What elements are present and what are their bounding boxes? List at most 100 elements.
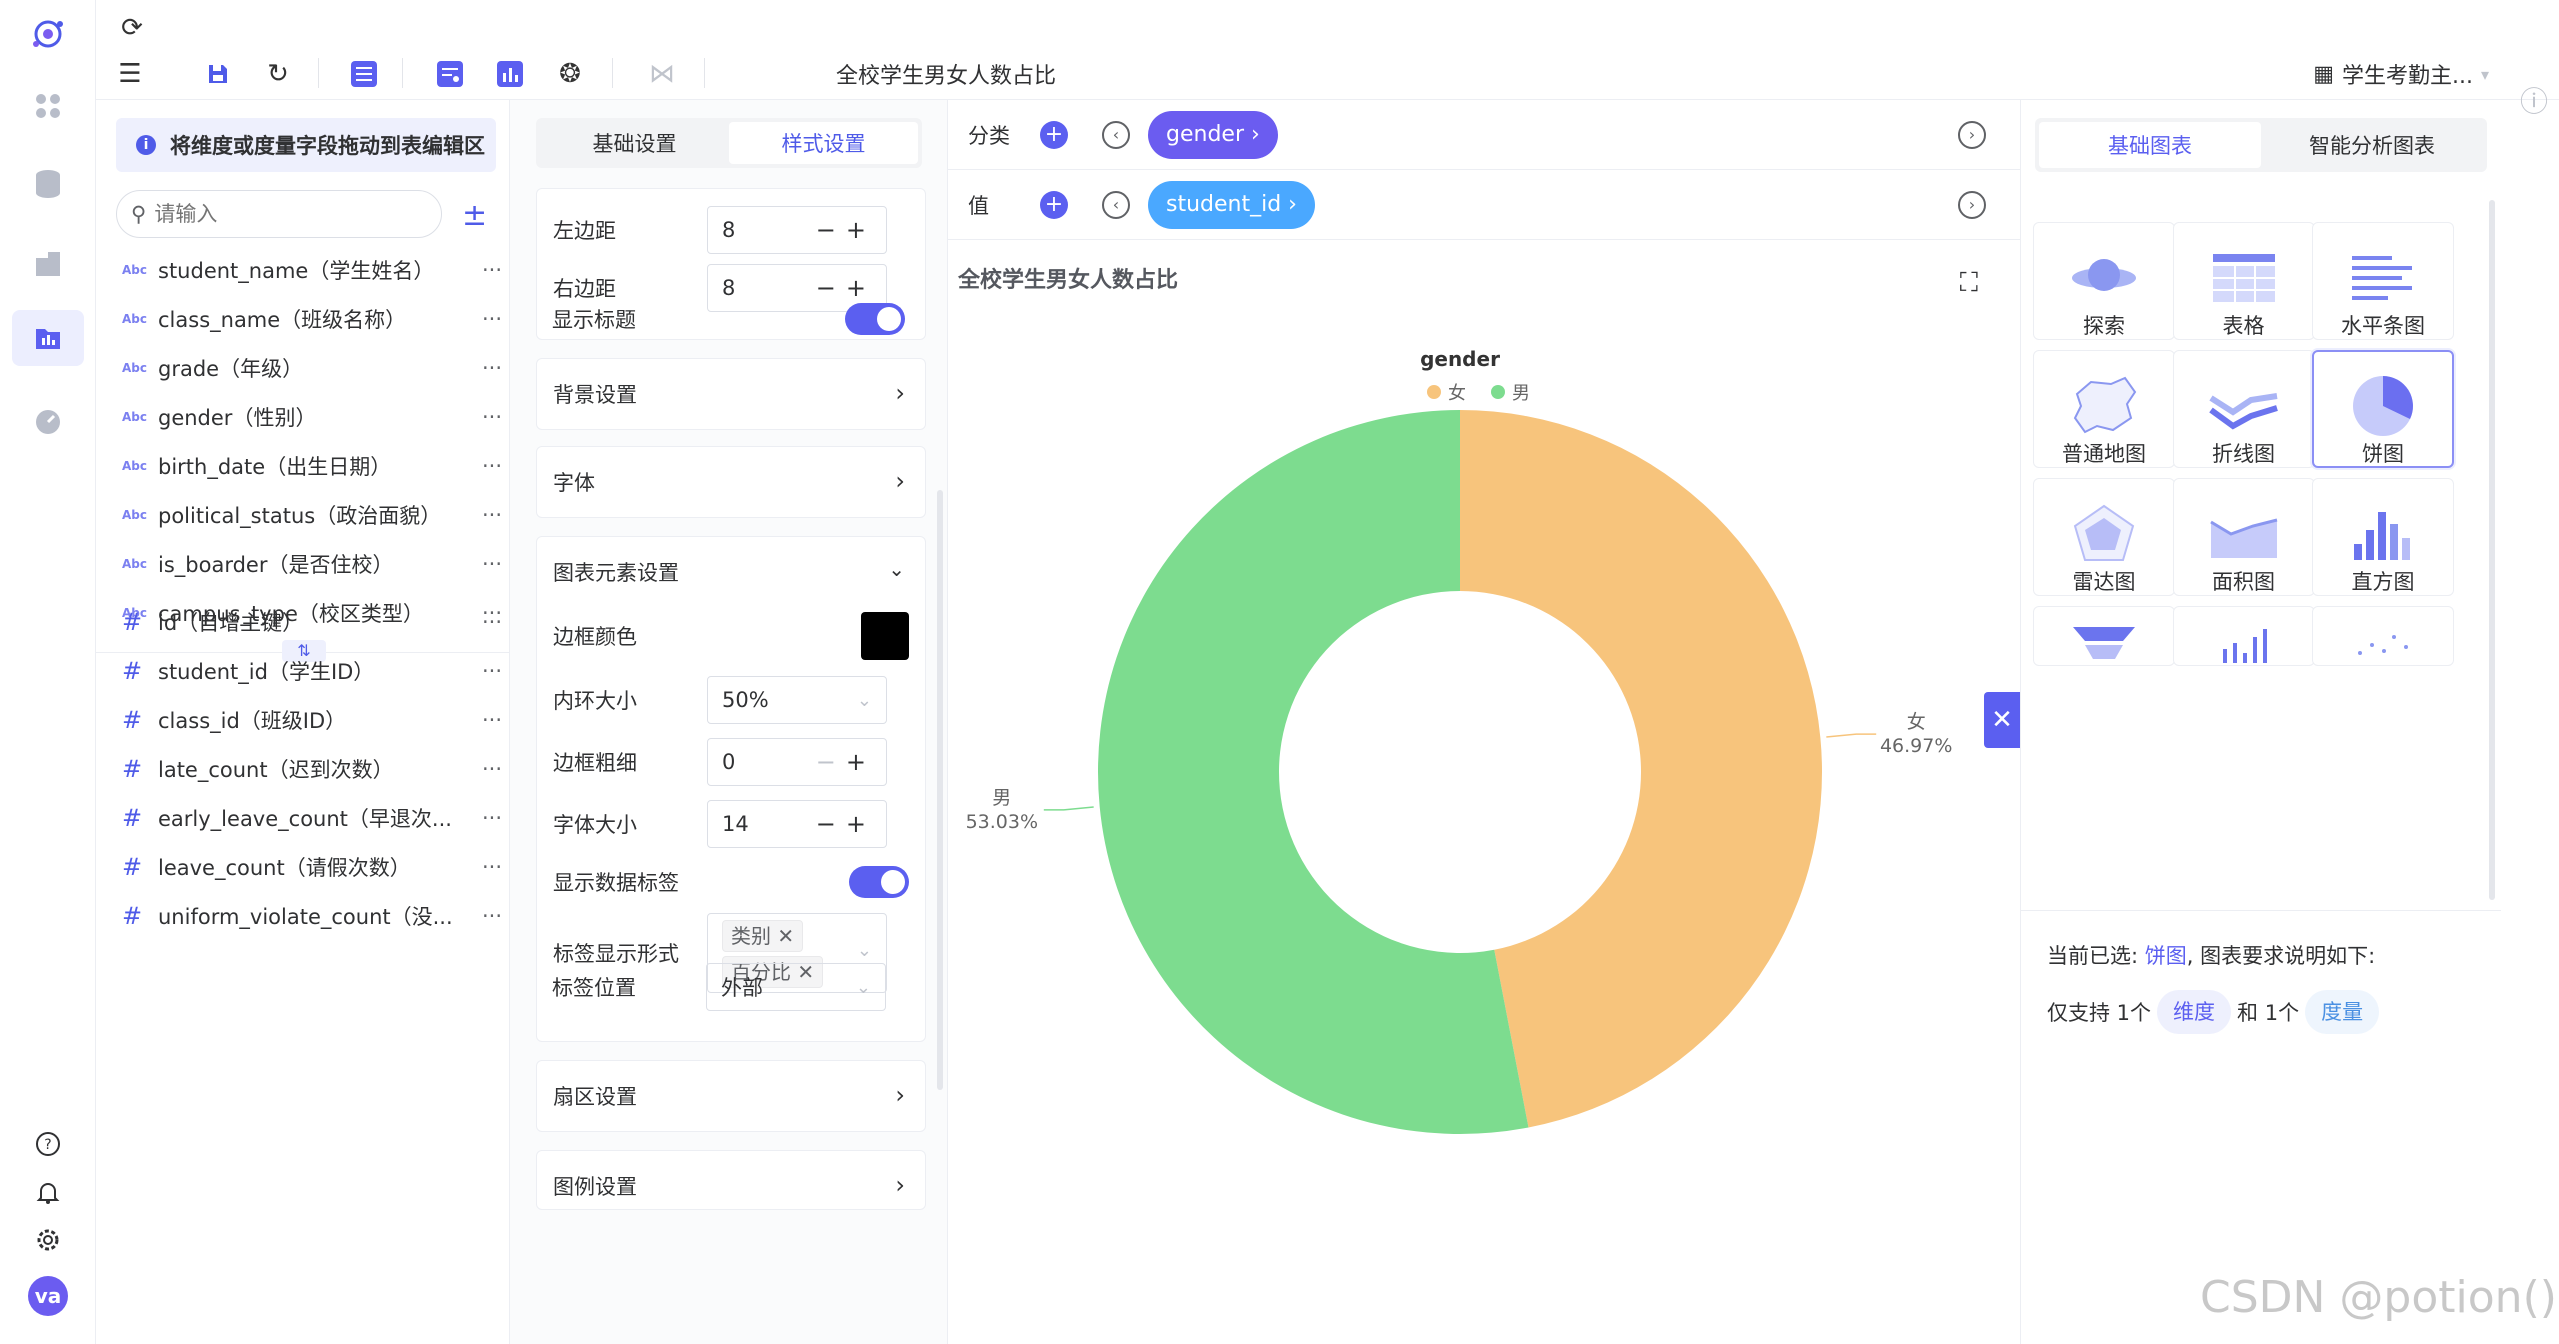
- user-avatar[interactable]: va: [28, 1276, 68, 1316]
- more-options-icon[interactable]: ···: [462, 552, 502, 576]
- stepper-controls[interactable]: −+: [816, 748, 876, 776]
- more-options-icon[interactable]: ···: [462, 503, 502, 527]
- share-icon[interactable]: ⋈: [644, 56, 680, 92]
- value-field-pill[interactable]: student_id ›: [1148, 180, 1315, 229]
- more-options-icon[interactable]: ···: [462, 757, 502, 781]
- dimension-field-item[interactable]: Abc grade（年级） ···: [122, 348, 502, 388]
- sector-settings-card[interactable]: 扇区设置 ›: [536, 1060, 926, 1132]
- measure-field-item[interactable]: # early_leave_count（早退次... ···: [122, 798, 502, 838]
- left-margin-stepper[interactable]: 8 −+: [707, 206, 887, 254]
- bell-icon[interactable]: [24, 1168, 72, 1216]
- help-icon[interactable]: ?: [24, 1120, 72, 1168]
- calculated-field-icon[interactable]: ±: [462, 198, 487, 233]
- chip-category[interactable]: 类别 ✕: [722, 920, 804, 952]
- more-options-icon[interactable]: ···: [462, 258, 502, 282]
- tab-basic-charts[interactable]: 基础图表: [2039, 122, 2261, 168]
- table-view-icon[interactable]: [346, 56, 382, 92]
- dimension-field-item[interactable]: Abc birth_date（出生日期） ···: [122, 446, 502, 486]
- more-options-icon[interactable]: ···: [462, 904, 502, 928]
- stepper-controls[interactable]: −+: [816, 216, 876, 244]
- search-input[interactable]: [154, 202, 395, 226]
- category-drop-zone[interactable]: 分类 + ‹ gender › ›: [948, 100, 2020, 170]
- more-options-icon[interactable]: ···: [462, 659, 502, 683]
- settings-gear-icon[interactable]: [24, 1216, 72, 1264]
- drill-up-icon[interactable]: ‹: [1102, 120, 1130, 149]
- stepper-controls[interactable]: −+: [816, 810, 876, 838]
- show-data-label-toggle[interactable]: [849, 866, 909, 898]
- tab-style-settings[interactable]: 样式设置: [729, 122, 918, 164]
- info-icon[interactable]: ⓘ: [2520, 80, 2548, 120]
- more-options-icon[interactable]: ···: [462, 405, 502, 429]
- more-options-icon[interactable]: ···: [462, 307, 502, 331]
- legend-settings-card[interactable]: 图例设置 ›: [536, 1150, 926, 1210]
- show-title-toggle[interactable]: [845, 303, 905, 335]
- app-logo-icon[interactable]: [24, 10, 72, 58]
- chart-type-tile[interactable]: [2033, 606, 2175, 666]
- chart-config-icon[interactable]: [432, 56, 468, 92]
- ai-settings-icon[interactable]: ❂: [552, 56, 588, 92]
- dashboard-folder-icon[interactable]: [12, 310, 84, 366]
- legend-swatch[interactable]: [1491, 385, 1505, 399]
- more-options-icon[interactable]: ···: [462, 356, 502, 380]
- number-type-icon: #: [122, 755, 143, 783]
- tab-ai-charts[interactable]: 智能分析图表: [2261, 122, 2483, 168]
- more-options-icon[interactable]: ···: [462, 454, 502, 478]
- dataset-icon[interactable]: [24, 240, 72, 288]
- measure-field-item[interactable]: # student_id（学生ID） ···: [122, 651, 502, 691]
- background-settings-card[interactable]: 背景设置 ›: [536, 358, 926, 430]
- measure-field-item[interactable]: # leave_count（请假次数） ···: [122, 847, 502, 887]
- chart-elements-header[interactable]: 图表元素设置: [553, 547, 909, 597]
- dimension-field-item[interactable]: Abc class_name（班级名称） ···: [122, 299, 502, 339]
- dimension-field-item[interactable]: Abc is_boarder（是否住校） ···: [122, 544, 502, 584]
- pie-label-value: 46.97%: [1880, 735, 1952, 757]
- legend-label[interactable]: 男: [1512, 383, 1530, 404]
- add-category-icon[interactable]: +: [1040, 120, 1068, 149]
- measure-field-item[interactable]: # class_id（班级ID） ···: [122, 700, 502, 740]
- font-settings-card[interactable]: 字体 ›: [536, 446, 926, 518]
- show-title-row: 显示标题: [552, 294, 905, 344]
- value-drop-zone[interactable]: 值 + ‹ student_id › ›: [948, 170, 2020, 240]
- refresh-icon[interactable]: ⟳: [114, 10, 150, 46]
- chart-type-tile[interactable]: [2172, 606, 2315, 666]
- border-width-stepper[interactable]: 0 −+: [707, 738, 887, 786]
- chart-name-title[interactable]: 全校学生男女人数占比: [836, 58, 1056, 90]
- more-options-icon[interactable]: ···: [462, 610, 502, 634]
- database-icon[interactable]: [24, 160, 72, 208]
- settings-scrollbar[interactable]: [937, 490, 943, 1090]
- chart-view-icon[interactable]: [492, 56, 528, 92]
- chart-types-scrollbar[interactable]: [2489, 200, 2495, 900]
- save-icon[interactable]: [200, 56, 236, 92]
- legend-swatch[interactable]: [1427, 385, 1441, 399]
- chart-type-tile[interactable]: [2312, 606, 2454, 666]
- measure-field-item[interactable]: # id（自增主键） ···: [122, 602, 502, 642]
- dimension-field-item[interactable]: Abc political_status（政治面貌） ···: [122, 495, 502, 535]
- inner-ring-select[interactable]: 50% ⌄: [707, 676, 887, 724]
- dataset-selector[interactable]: ▦ 学生考勤主... ▾: [2313, 58, 2489, 90]
- drill-down-icon[interactable]: ›: [1958, 190, 1986, 219]
- measure-field-item[interactable]: # uniform_violate_count（没... ···: [122, 896, 502, 936]
- pie-slice[interactable]: [1460, 410, 1823, 1128]
- more-options-icon[interactable]: ···: [462, 806, 502, 830]
- close-panel-icon[interactable]: ✕: [1984, 692, 2020, 748]
- category-field-pill[interactable]: gender ›: [1148, 110, 1278, 159]
- more-options-icon[interactable]: ···: [462, 855, 502, 879]
- text-type-icon: Abc: [122, 263, 147, 277]
- font-size-stepper[interactable]: 14 −+: [707, 800, 887, 848]
- dimension-field-item[interactable]: Abc gender（性别） ···: [122, 397, 502, 437]
- tab-basic-settings[interactable]: 基础设置: [540, 122, 729, 164]
- drill-down-icon[interactable]: ›: [1958, 120, 1986, 149]
- collapse-menu-icon[interactable]: ☰: [112, 56, 148, 92]
- border-color-swatch[interactable]: [861, 612, 909, 660]
- legend-label[interactable]: 女: [1448, 383, 1466, 404]
- chevron-down-icon[interactable]: ⌄: [888, 557, 905, 581]
- sync-icon[interactable]: ↻: [260, 56, 296, 92]
- dimension-field-item[interactable]: Abc student_name（学生姓名） ···: [122, 250, 502, 290]
- more-options-icon[interactable]: ···: [462, 708, 502, 732]
- apps-grid-icon[interactable]: [24, 82, 72, 130]
- label-position-select[interactable]: 外部 ⌄: [706, 963, 886, 1011]
- add-value-icon[interactable]: +: [1040, 190, 1068, 219]
- gauge-icon[interactable]: [24, 398, 72, 446]
- measure-field-item[interactable]: # late_count（迟到次数） ···: [122, 749, 502, 789]
- drill-up-icon[interactable]: ‹: [1102, 190, 1130, 219]
- field-search[interactable]: ⚲: [116, 190, 442, 238]
